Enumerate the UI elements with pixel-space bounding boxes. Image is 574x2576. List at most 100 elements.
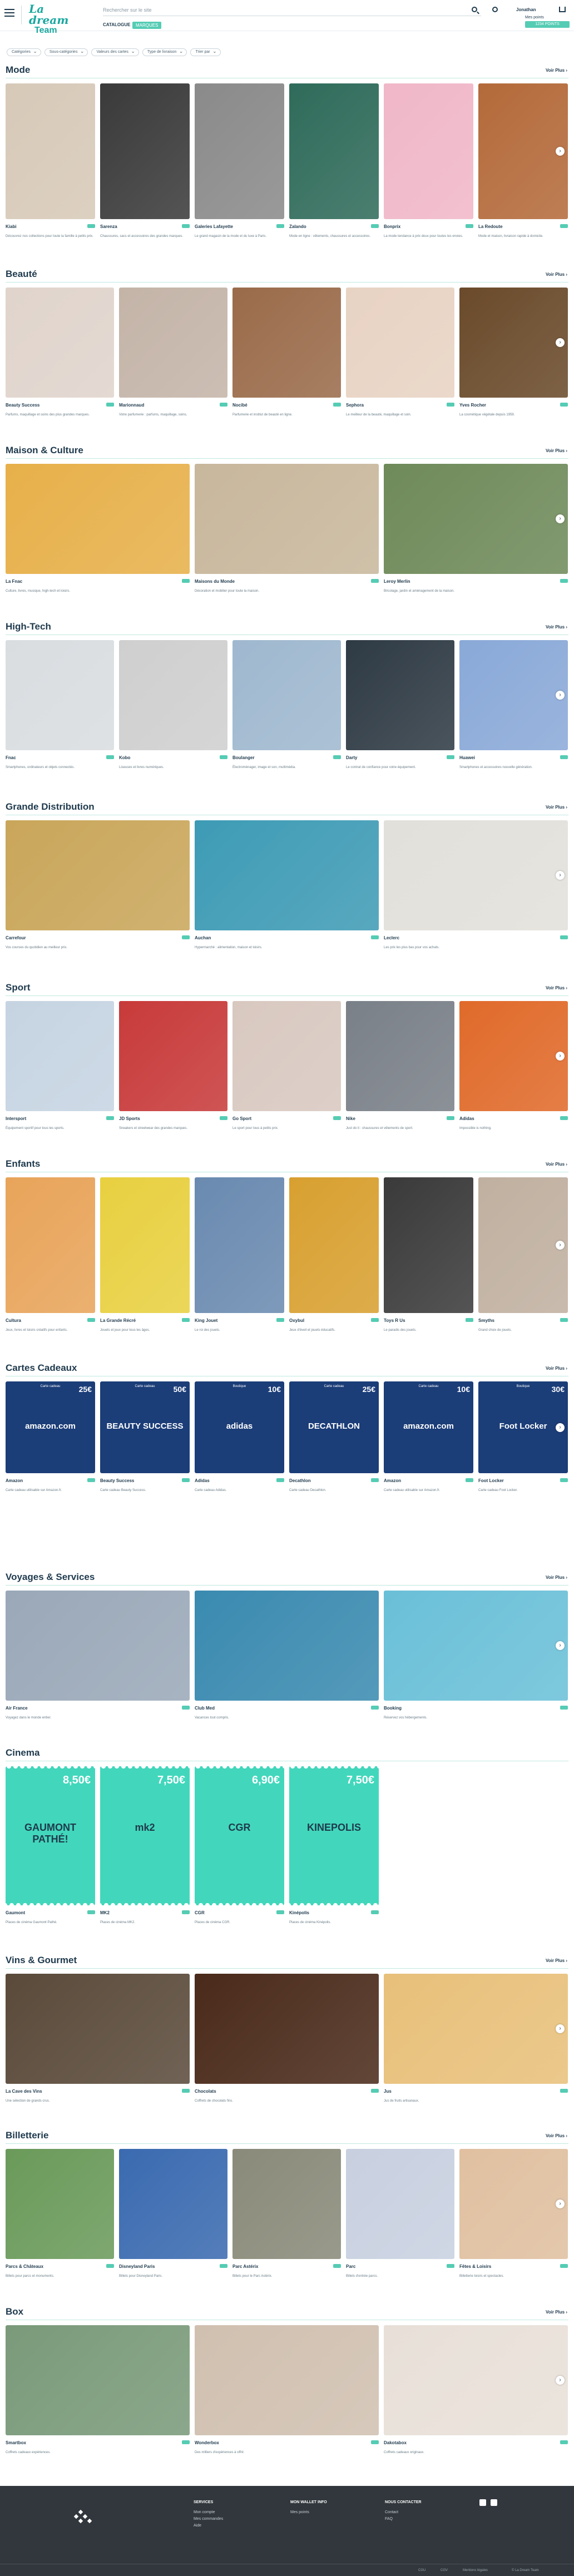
product-image[interactable] <box>6 2325 190 2435</box>
product-image[interactable] <box>346 288 454 398</box>
product-card[interactable]: Air France Voyagez dans le monde entier. <box>6 1591 190 1720</box>
gift-card-image[interactable]: Boutique 30€ Foot Locker <box>478 1381 568 1473</box>
card-title[interactable]: Smyths <box>478 1318 568 1324</box>
card-title[interactable]: JD Sports <box>119 1116 227 1122</box>
product-card[interactable]: Zalando Mode en ligne : vêtements, chauss… <box>289 83 379 239</box>
cinema-ticket-image[interactable]: 7,50€ KINEPOLIS <box>289 1766 379 1905</box>
product-card[interactable]: Kiabi Découvrez nos collections pour tout… <box>6 83 95 239</box>
brands-link[interactable]: MARQUES <box>132 22 162 29</box>
footer-bottom-link[interactable]: Mentions légales <box>463 2569 488 2572</box>
view-all-link[interactable]: Voir Plus <box>546 805 567 810</box>
footer-link[interactable]: FAQ <box>385 2516 422 2523</box>
card-title[interactable]: Zalando <box>289 224 379 230</box>
product-image[interactable] <box>459 288 568 398</box>
product-image[interactable] <box>195 83 284 219</box>
product-image[interactable] <box>195 2325 379 2435</box>
card-title[interactable]: Kobo <box>119 755 227 761</box>
product-card[interactable]: 7,50€ KINEPOLIS Kinépolis Places de cinéma … <box>289 1766 379 1925</box>
card-title[interactable]: Beauty Success <box>6 403 114 408</box>
view-all-link[interactable]: Voir Plus <box>546 1575 567 1580</box>
product-card[interactable]: Smyths Grand choix de jouets. › <box>478 1177 568 1332</box>
carousel-next-icon[interactable]: › <box>556 2376 565 2385</box>
product-card[interactable]: Carrefour Vos courses du quotidien au mei… <box>6 820 190 950</box>
view-all-link[interactable]: Voir Plus <box>546 1162 567 1167</box>
product-card[interactable]: Leroy Merlin Bricolage, jardin et aménage… <box>384 464 568 593</box>
carousel-next-icon[interactable]: › <box>556 2024 565 2033</box>
cinema-ticket-image[interactable]: 8,50€ GAUMONT PATHÉ! <box>6 1766 95 1905</box>
user-icon[interactable] <box>492 7 498 12</box>
card-title[interactable]: Amazon <box>6 1478 95 1484</box>
product-card[interactable]: Fnac Smartphones, ordinateurs et objets c… <box>6 640 114 770</box>
product-image[interactable] <box>100 1177 190 1313</box>
product-image[interactable] <box>478 1177 568 1313</box>
card-title[interactable]: La Fnac <box>6 579 190 584</box>
view-all-link[interactable]: Voir Plus <box>546 625 567 630</box>
product-card[interactable]: Parcs & Châteaux Billets pour parcs et mo… <box>6 2149 114 2278</box>
product-card[interactable]: Auchan Hypermarché : alimentation, maison… <box>195 820 379 950</box>
menu-icon[interactable] <box>4 9 14 17</box>
product-image[interactable] <box>289 1177 379 1313</box>
product-card[interactable]: King Jouet Le roi des jouets. <box>195 1177 284 1332</box>
product-image[interactable] <box>232 2149 341 2259</box>
product-image[interactable] <box>232 1001 341 1111</box>
card-title[interactable]: La Grande Récré <box>100 1318 190 1324</box>
view-all-link[interactable]: Voir Plus <box>546 2133 567 2138</box>
product-card[interactable]: Darty Le contrat de confiance pour votre … <box>346 640 454 770</box>
product-card[interactable]: Wonderbox Des milliers d'expériences à of… <box>195 2325 379 2455</box>
carousel-next-icon[interactable]: › <box>556 147 565 156</box>
product-card[interactable]: Kobo Liseuses et livres numériques. <box>119 640 227 770</box>
product-image[interactable] <box>195 820 379 930</box>
gift-card-image[interactable]: Carte cadeau 25€ amazon.com <box>6 1381 95 1473</box>
product-image[interactable] <box>119 640 227 750</box>
product-card[interactable]: Cultura Jeux, livres et loisirs créatifs … <box>6 1177 95 1332</box>
card-title[interactable]: Jus <box>384 2089 568 2094</box>
product-image[interactable] <box>6 2149 114 2259</box>
card-title[interactable]: Parcs & Châteaux <box>6 2264 114 2270</box>
product-image[interactable] <box>232 640 341 750</box>
site-logo[interactable]: La dream Team <box>29 3 73 35</box>
product-image[interactable] <box>459 2149 568 2259</box>
card-title[interactable]: Sephora <box>346 403 454 408</box>
product-image[interactable] <box>232 288 341 398</box>
card-title[interactable]: Marionnaud <box>119 403 227 408</box>
linkedin-icon[interactable] <box>491 2499 497 2506</box>
product-image[interactable] <box>6 820 190 930</box>
product-card[interactable]: La Cave des Vins Une sélection de grands … <box>6 1974 190 2103</box>
product-image[interactable] <box>6 640 114 750</box>
card-title[interactable]: Booking <box>384 1706 568 1711</box>
product-card[interactable]: 8,50€ GAUMONT PATHÉ! Gaumont Places de ciné… <box>6 1766 95 1925</box>
product-card[interactable]: Parc Astérix Billets pour le Parc Astérix… <box>232 2149 341 2278</box>
carousel-next-icon[interactable]: › <box>556 1423 565 1432</box>
product-card[interactable]: Sarenza Chaussures, sacs et accessoires d… <box>100 83 190 239</box>
product-image[interactable] <box>384 1974 568 2084</box>
product-card[interactable]: Intersport Équipement sportif pour tous l… <box>6 1001 114 1131</box>
carousel-next-icon[interactable]: › <box>556 1052 565 1061</box>
card-title[interactable]: Parc Astérix <box>232 2264 341 2270</box>
product-card[interactable]: Nike Just do it : chaussures et vêtements… <box>346 1001 454 1131</box>
card-title[interactable]: Club Med <box>195 1706 379 1711</box>
card-title[interactable]: Sarenza <box>100 224 190 230</box>
card-title[interactable]: La Cave des Vins <box>6 2089 190 2094</box>
view-all-link[interactable]: Voir Plus <box>546 1958 567 1963</box>
filter-chip[interactable]: Sous-catégories <box>44 48 88 56</box>
card-title[interactable]: Bonprix <box>384 224 473 230</box>
product-card[interactable]: Boutique 30€ Foot Locker Foot Locker Carte c… <box>478 1381 568 1493</box>
filter-chip[interactable]: Trier par <box>190 48 221 56</box>
product-card[interactable]: Jus Jus de fruits artisanaux. › <box>384 1974 568 2103</box>
catalog-link[interactable]: CATALOGUE <box>103 22 130 27</box>
card-title[interactable]: Adidas <box>195 1478 284 1484</box>
view-all-link[interactable]: Voir Plus <box>546 272 567 277</box>
product-image[interactable] <box>6 464 190 574</box>
card-title[interactable]: Galeries Lafayette <box>195 224 284 230</box>
product-card[interactable]: La Grande Récré Jouets et jeux pour tous … <box>100 1177 190 1332</box>
product-image[interactable] <box>119 2149 227 2259</box>
filter-chip[interactable]: Valeurs des cartes <box>91 48 139 56</box>
product-card[interactable]: Fêtes & Loisirs Billetterie loisirs et sp… <box>459 2149 568 2278</box>
product-image[interactable] <box>346 1001 454 1111</box>
product-card[interactable]: Carte cadeau 50€ BEAUTY SUCCESS Beauty Succ… <box>100 1381 190 1493</box>
product-image[interactable] <box>6 1001 114 1111</box>
card-title[interactable]: Boulanger <box>232 755 341 761</box>
product-image[interactable] <box>384 1177 473 1313</box>
card-title[interactable]: Disneyland Paris <box>119 2264 227 2270</box>
card-title[interactable]: Intersport <box>6 1116 114 1122</box>
